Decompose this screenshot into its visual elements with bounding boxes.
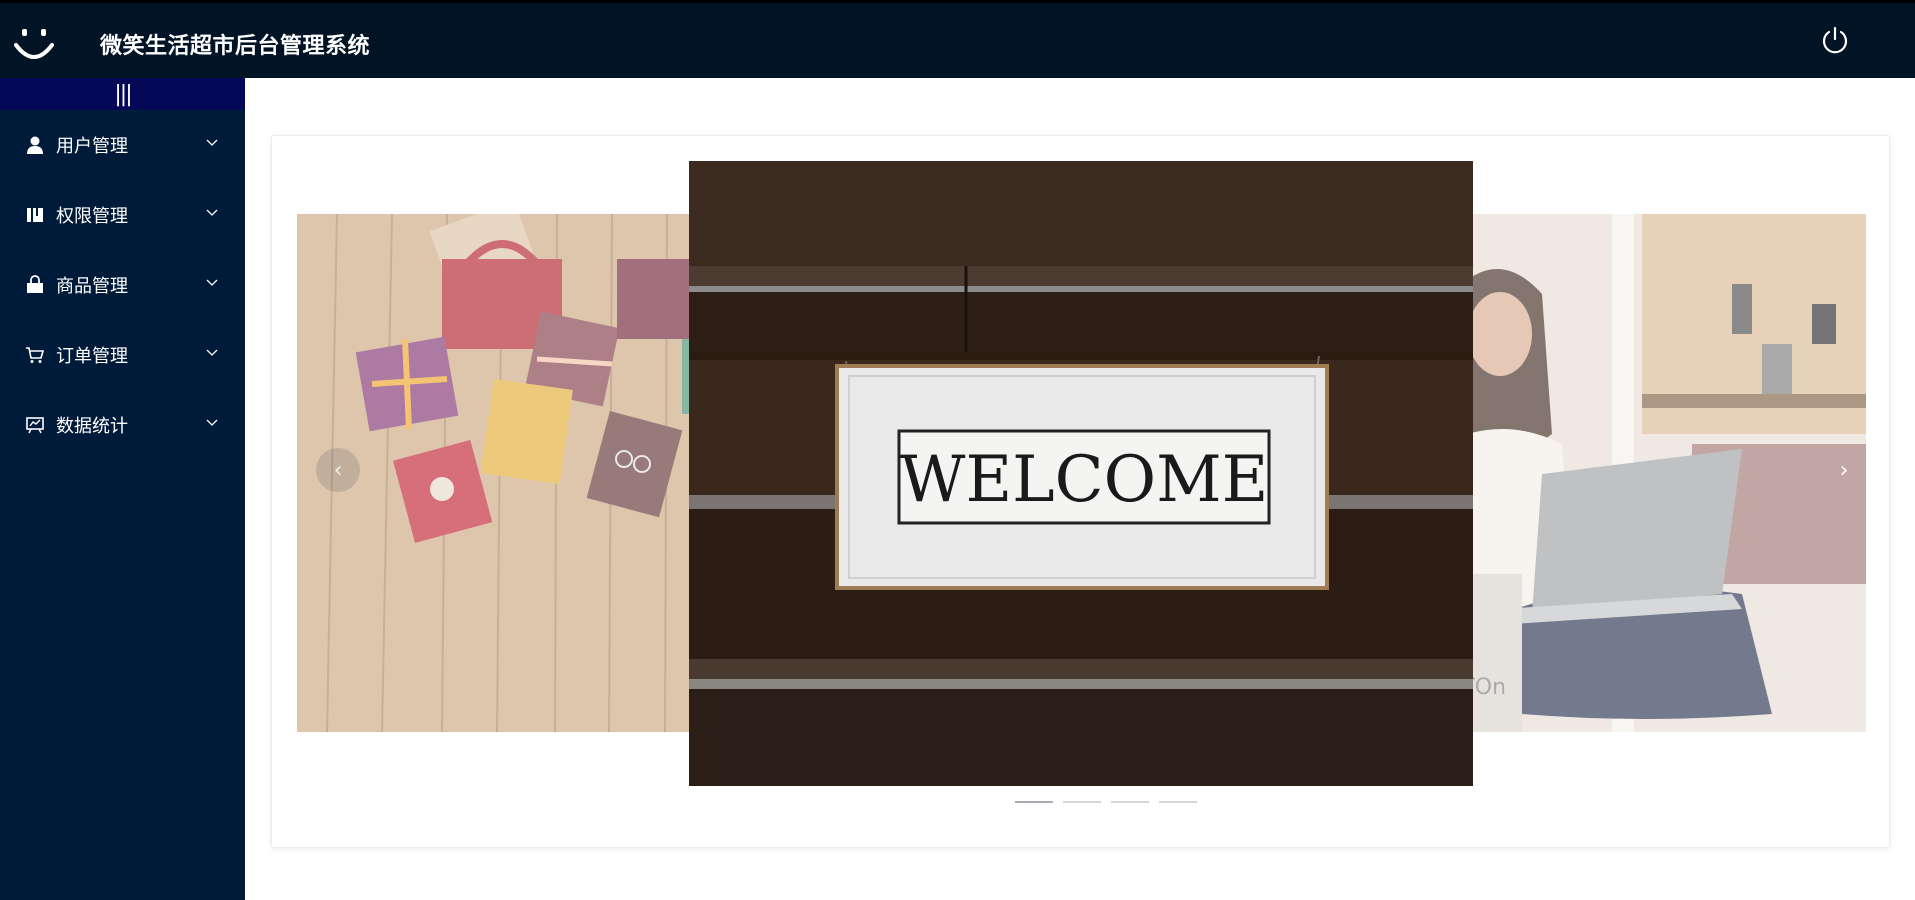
carousel-indicators — [1015, 801, 1197, 803]
sidebar-collapse-toggle[interactable]: ||| — [0, 78, 245, 110]
cart-icon — [24, 344, 46, 366]
app-title: 微笑生活超市后台管理系统 — [100, 34, 371, 59]
sidebar-item-label: 权限管理 — [56, 206, 128, 227]
chevron-down-icon — [206, 139, 218, 146]
sidebar-item-order-management[interactable]: 订单管理 — [0, 320, 245, 390]
carousel-slide-gift-boxes[interactable] — [297, 214, 717, 732]
power-icon[interactable] — [1820, 25, 1850, 55]
sidebar-item-label: 订单管理 — [56, 346, 128, 367]
chart-board-icon — [24, 414, 46, 436]
book-icon — [24, 204, 46, 226]
carousel-indicator-1[interactable] — [1015, 801, 1053, 803]
chevron-down-icon — [206, 209, 218, 216]
welcome-sign-text: WELCOME — [900, 443, 1269, 517]
carousel-slide-woman-laptop[interactable]: ATOn — [1442, 214, 1866, 732]
welcome-sign-photo: WELCOME — [689, 161, 1473, 786]
collapse-toggle-label: ||| — [114, 81, 132, 107]
smiley-face-icon — [14, 29, 54, 59]
carousel-indicator-2[interactable] — [1063, 801, 1101, 803]
carousel-prev-button[interactable]: ‹ — [316, 448, 360, 492]
chevron-down-icon — [206, 279, 218, 286]
shopping-bag-icon — [24, 274, 46, 296]
carousel-card: ATOn WELCOME ‹ › — [271, 135, 1890, 848]
main-content: ATOn WELCOME ‹ › — [245, 78, 1915, 900]
carousel-slide-welcome[interactable]: WELCOME — [689, 161, 1473, 786]
woman-laptop-photo: ATOn — [1442, 214, 1866, 732]
carousel-indicator-4[interactable] — [1159, 801, 1197, 803]
chevron-right-icon: › — [1839, 457, 1849, 483]
carousel-next-button[interactable]: › — [1822, 448, 1866, 492]
carousel-indicator-3[interactable] — [1111, 801, 1149, 803]
sidebar-item-label: 数据统计 — [56, 416, 128, 437]
chevron-down-icon — [206, 349, 218, 356]
sidebar-item-label: 商品管理 — [56, 276, 128, 297]
chevron-down-icon — [206, 419, 218, 426]
sidebar-item-permission-management[interactable]: 权限管理 — [0, 180, 245, 250]
sidebar: ||| 用户管理 权限管理 商品管理 订单管理 数据统计 — [0, 78, 245, 900]
top-header: 微笑生活超市后台管理系统 — [0, 0, 1915, 78]
sidebar-item-user-management[interactable]: 用户管理 — [0, 110, 245, 180]
gift-boxes-photo — [297, 214, 717, 732]
sidebar-item-label: 用户管理 — [56, 136, 128, 157]
user-icon — [24, 134, 46, 156]
sidebar-item-product-management[interactable]: 商品管理 — [0, 250, 245, 320]
chevron-left-icon: ‹ — [333, 457, 343, 483]
sidebar-item-data-statistics[interactable]: 数据统计 — [0, 390, 245, 460]
